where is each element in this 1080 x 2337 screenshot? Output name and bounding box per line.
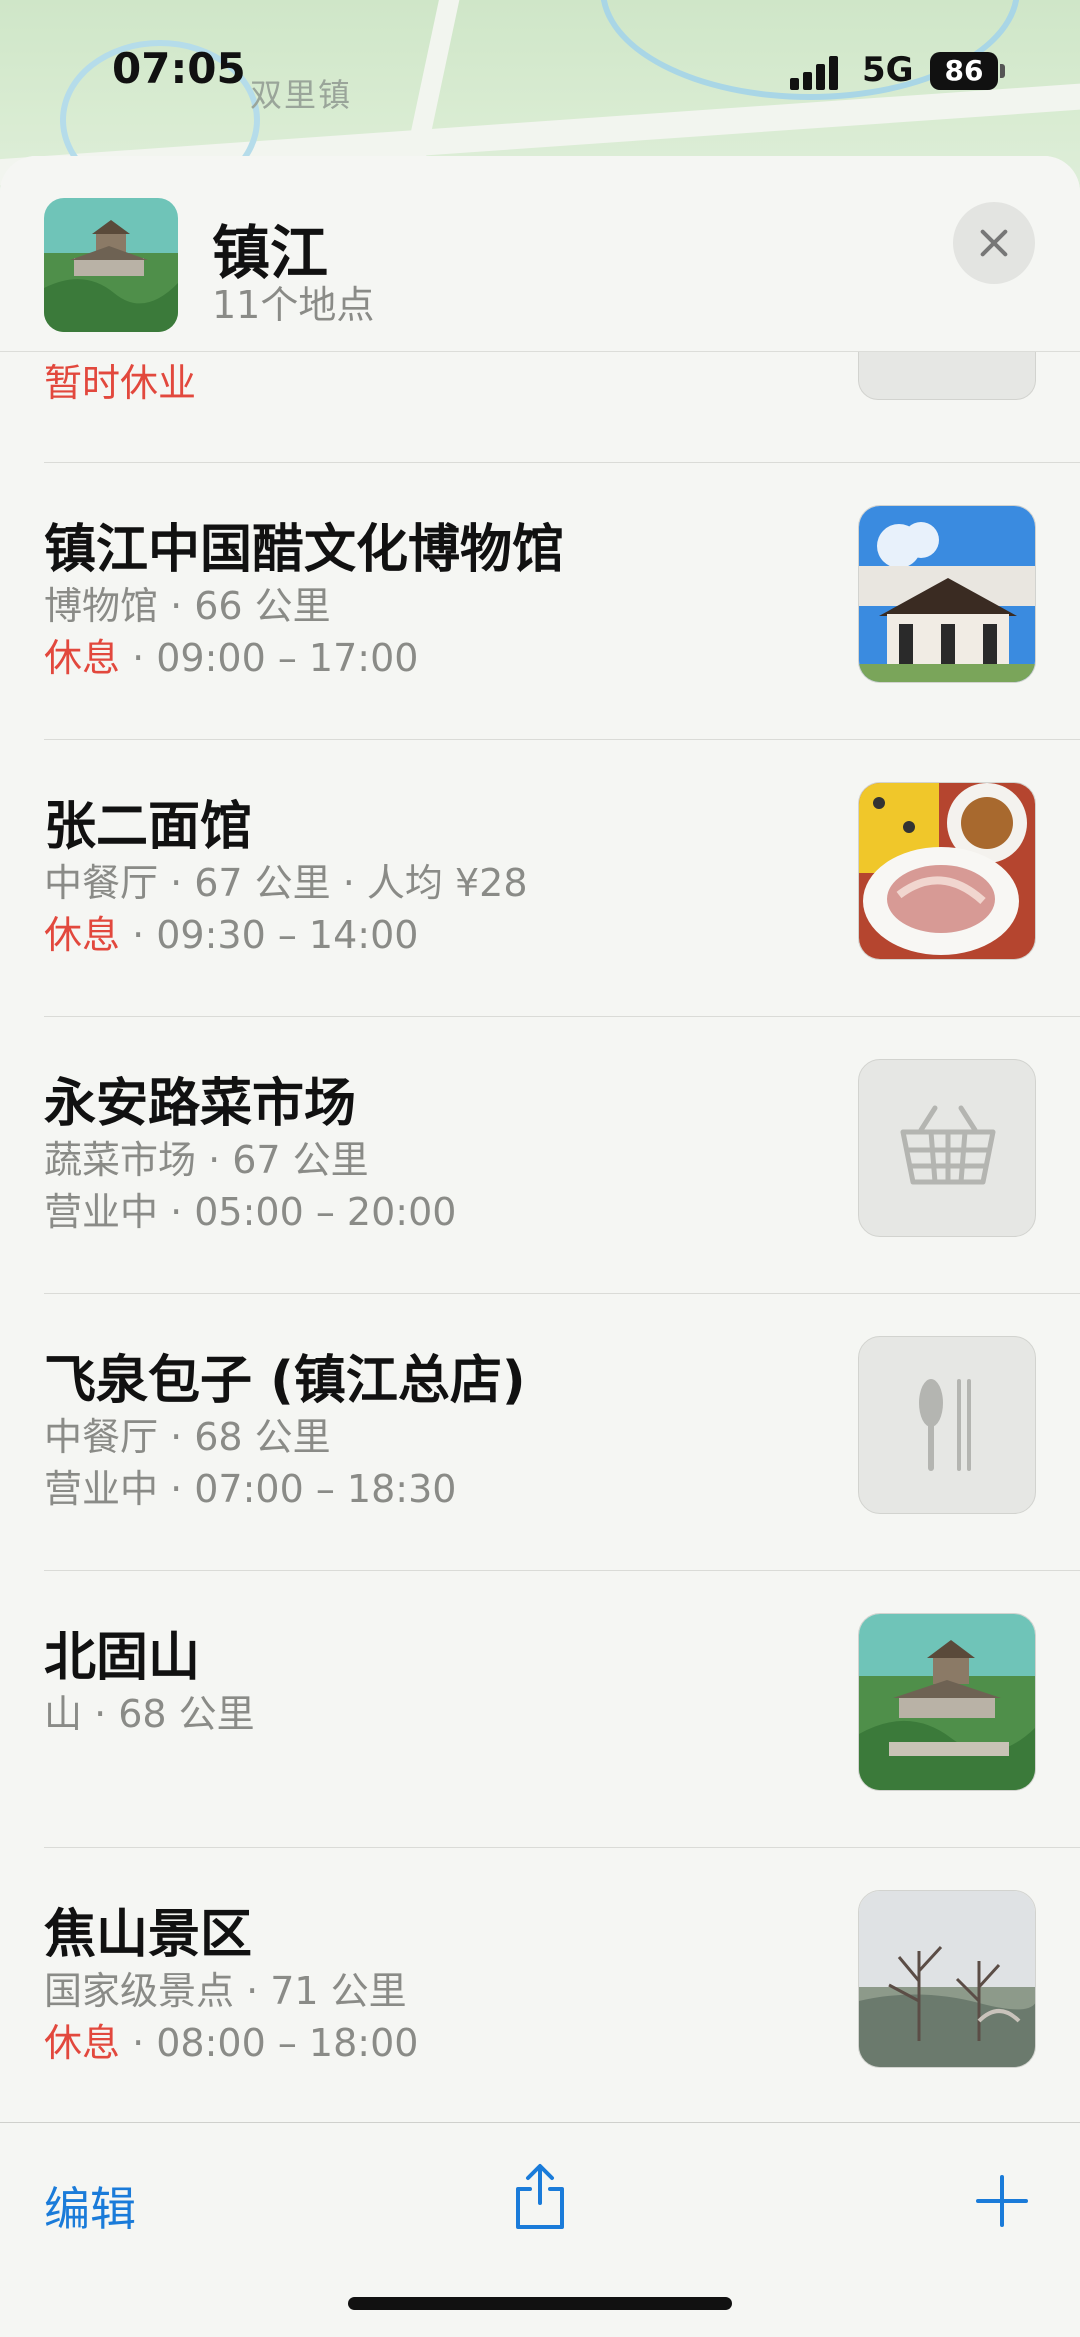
- place-hours-line: 休息 · 08:00 – 18:00: [44, 2012, 418, 2067]
- place-hours: · 05:00 – 20:00: [158, 1190, 457, 1234]
- place-photo[interactable]: [858, 1890, 1036, 2068]
- close-icon[interactable]: [953, 202, 1035, 284]
- place-name: 飞泉包子 (镇江总店): [44, 1351, 526, 1411]
- guide-cover-image: [44, 198, 178, 332]
- place-category-distance: 国家级景点 · 71 公里: [44, 1969, 407, 2013]
- place-category-distance: 中餐厅 · 67 公里 · 人均 ¥28: [44, 861, 528, 905]
- place-photo[interactable]: [858, 782, 1036, 960]
- place-status: 休息: [44, 636, 121, 680]
- status-time: 07:05: [112, 44, 246, 93]
- place-name: 北固山: [44, 1628, 201, 1688]
- place-hours-line: 休息 · 09:30 – 14:00: [44, 904, 418, 959]
- place-status: 休息: [44, 913, 121, 957]
- network-type: 5G: [862, 50, 914, 90]
- list-item[interactable]: 焦山景区 国家级景点 · 71 公里 休息 · 08:00 – 18:00: [0, 1848, 1080, 2122]
- place-name: 张二面馆: [44, 797, 253, 857]
- place-category-distance: 蔬菜市场 · 67 公里: [44, 1138, 369, 1182]
- list-item[interactable]: 飞泉包子 (镇江总店) 中餐厅 · 68 公里 营业中 · 07:00 – 18…: [0, 1294, 1080, 1570]
- home-indicator[interactable]: [348, 2297, 732, 2310]
- list-item[interactable]: 镇江中国醋文化博物馆 博物馆 · 66 公里 休息 · 09:00 – 17:0…: [0, 463, 1080, 739]
- place-placeholder[interactable]: [858, 1059, 1036, 1237]
- edit-button[interactable]: 编辑: [44, 2173, 136, 2239]
- place-name: 永安路菜市场: [44, 1074, 357, 1134]
- list-item[interactable]: 张二面馆 中餐厅 · 67 公里 · 人均 ¥28 休息 · 09:30 – 1…: [0, 740, 1080, 1016]
- partial-thumbnail: [858, 352, 1036, 400]
- place-hours: · 09:00 – 17:00: [120, 636, 419, 680]
- place-hours: · 08:00 – 18:00: [120, 2021, 419, 2065]
- sheet-header: 镇江 11个地点: [0, 156, 1080, 352]
- places-list[interactable]: 暂时休业 镇江中国醋文化博物馆 博物馆 · 66 公里 休息 · 09:00 –…: [0, 352, 1080, 2122]
- place-hours-line: 休息 · 09:00 – 17:00: [44, 627, 418, 682]
- share-icon[interactable]: [512, 2161, 568, 2231]
- list-item[interactable]: 北固山 山 · 68 公里: [0, 1571, 1080, 1847]
- status-bar: 07:05 5G 86: [0, 0, 1080, 140]
- place-name: 焦山景区: [44, 1905, 253, 1965]
- place-hours: · 09:30 – 14:00: [120, 913, 419, 957]
- fork-knife-icon: [919, 1379, 971, 1471]
- place-name: 镇江中国醋文化博物馆: [44, 520, 565, 580]
- guide-place-count: 11个地点: [212, 283, 375, 327]
- place-hours-line: 营业中 · 05:00 – 20:00: [44, 1181, 456, 1236]
- place-hours-line: 营业中 · 07:00 – 18:30: [44, 1458, 456, 1513]
- basket-icon: [900, 1105, 996, 1185]
- place-status: 休息: [44, 2021, 121, 2065]
- place-category-distance: 中餐厅 · 68 公里: [44, 1415, 331, 1459]
- place-placeholder[interactable]: [858, 1336, 1036, 1514]
- list-item[interactable]: 永安路菜市场 蔬菜市场 · 67 公里 营业中 · 05:00 – 20:00: [0, 1017, 1080, 1293]
- place-category-distance: 山 · 68 公里: [44, 1692, 255, 1736]
- place-category-distance: 博物馆 · 66 公里: [44, 584, 331, 628]
- guide-sheet: 镇江 11个地点 暂时休业 镇江中国醋文化博物馆 博物馆 · 66 公里 休息 …: [0, 156, 1080, 2337]
- place-hours: · 07:00 – 18:30: [158, 1467, 457, 1511]
- place-status: 营业中: [44, 1467, 159, 1511]
- partial-item-status: 暂时休业: [44, 361, 197, 405]
- plus-icon[interactable]: [976, 2175, 1028, 2227]
- place-photo[interactable]: [858, 1613, 1036, 1791]
- battery-icon: 86: [930, 52, 1005, 90]
- cellular-signal-icon: [790, 56, 846, 90]
- place-photo[interactable]: [858, 505, 1036, 683]
- place-status: 营业中: [44, 1190, 159, 1234]
